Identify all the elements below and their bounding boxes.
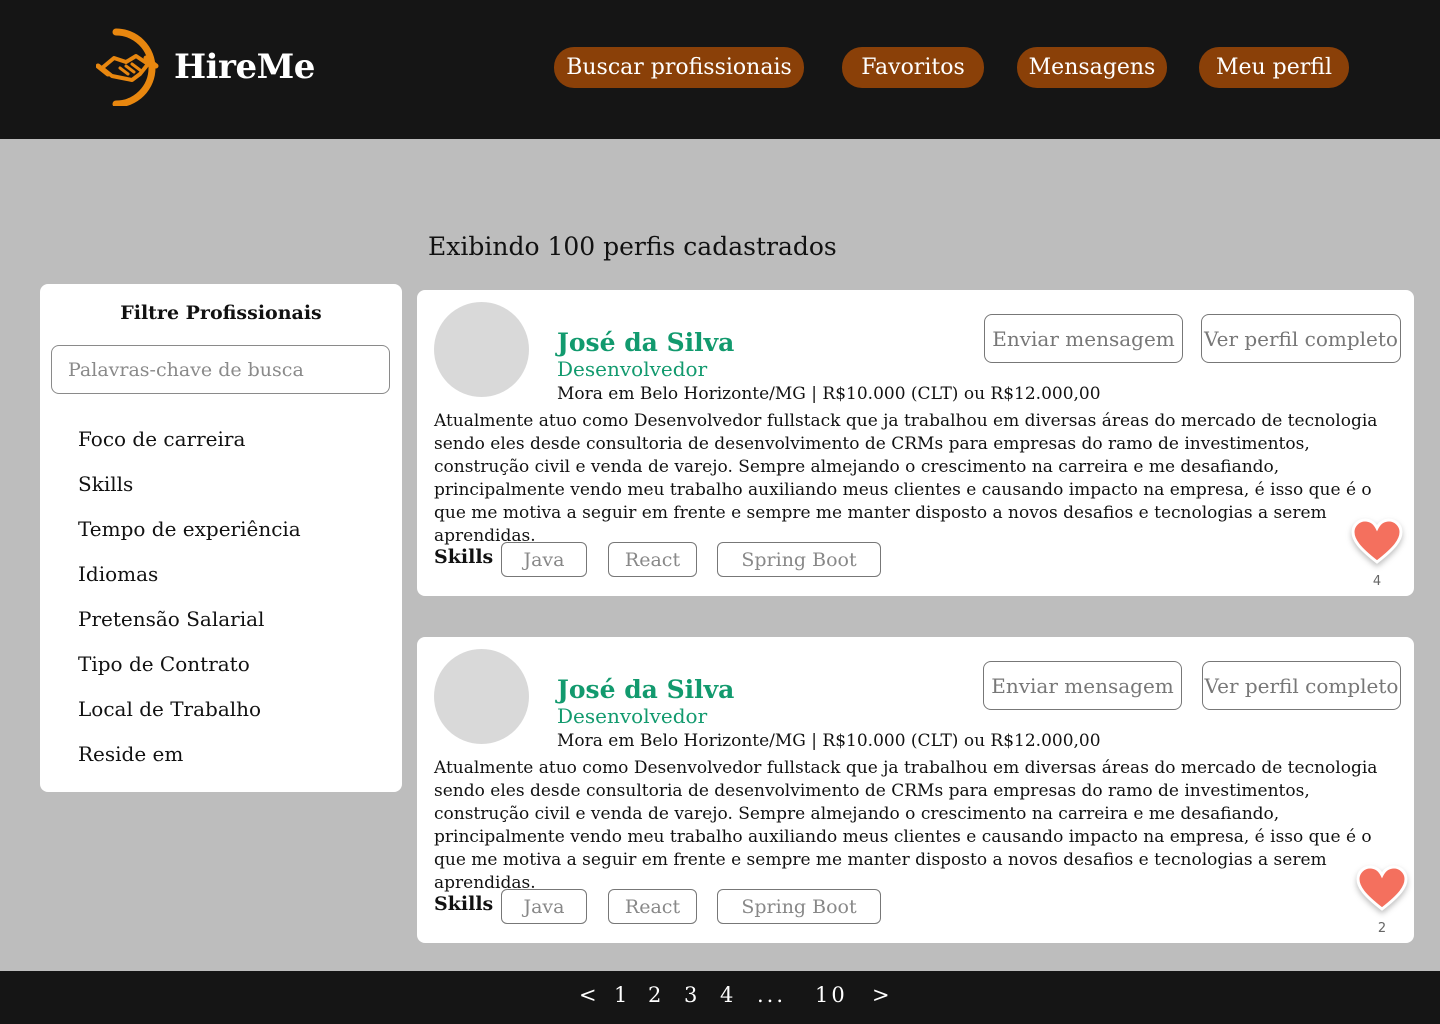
top-navbar: HireMe Buscar profissionais Favoritos Me… xyxy=(0,0,1440,139)
nav-mensagens[interactable]: Mensagens xyxy=(1017,47,1167,88)
filter-panel: Filtre Profissionais Foco de carreira Sk… xyxy=(40,284,402,792)
filter-reside-em[interactable]: Reside em xyxy=(78,742,183,766)
favorites-count: 2 xyxy=(1377,921,1387,936)
avatar[interactable] xyxy=(434,302,529,397)
skill-chip[interactable]: React xyxy=(608,889,697,924)
nav-meu-perfil[interactable]: Meu perfil xyxy=(1199,47,1349,88)
pagination-footer: < 1 2 3 4 ... 10 > xyxy=(0,971,1440,1024)
filter-tipo-de-contrato[interactable]: Tipo de Contrato xyxy=(78,652,250,676)
profile-name[interactable]: José da Silva xyxy=(557,328,734,357)
skill-chip[interactable]: Java xyxy=(501,542,587,577)
filter-foco-de-carreira[interactable]: Foco de carreira xyxy=(78,427,245,451)
page-link-2[interactable]: 2 xyxy=(648,983,664,1007)
profile-role: Desenvolvedor xyxy=(557,704,708,728)
handshake-logo-icon xyxy=(96,28,159,106)
profile-description: Atualmente atuo como Desenvolvedor fulls… xyxy=(434,411,1378,546)
next-page-button[interactable]: > xyxy=(872,983,893,1007)
profile-card: José da Silva Desenvolvedor Mora em Belo… xyxy=(417,637,1414,943)
page-link-10[interactable]: 10 xyxy=(815,983,848,1007)
filter-title: Filtre Profissionais xyxy=(120,302,322,324)
results-heading: Exibindo 100 perfis cadastrados xyxy=(428,232,837,261)
page-link-1[interactable]: 1 xyxy=(614,983,630,1007)
avatar[interactable] xyxy=(434,649,529,744)
filter-pretensao-salarial[interactable]: Pretensão Salarial xyxy=(78,607,264,631)
profile-card: José da Silva Desenvolvedor Mora em Belo… xyxy=(417,290,1414,596)
skill-chip[interactable]: Spring Boot xyxy=(717,542,881,577)
filter-local-de-trabalho[interactable]: Local de Trabalho xyxy=(78,697,261,721)
prev-page-button[interactable]: < xyxy=(579,983,600,1007)
view-full-profile-button[interactable]: Ver perfil completo xyxy=(1201,314,1401,363)
pagination-ellipsis: ... xyxy=(757,983,787,1007)
logo-text: HireMe xyxy=(174,47,315,87)
skills-label: Skills xyxy=(434,893,494,915)
profile-role: Desenvolvedor xyxy=(557,357,708,381)
skill-chip[interactable]: Spring Boot xyxy=(717,889,881,924)
nav-favoritos[interactable]: Favoritos xyxy=(842,47,984,88)
skill-chip[interactable]: Java xyxy=(501,889,587,924)
profile-location-salary: Mora em Belo Horizonte/MG | R$10.000 (CL… xyxy=(557,731,1101,751)
filter-idiomas[interactable]: Idiomas xyxy=(78,562,158,586)
page-link-4[interactable]: 4 xyxy=(720,983,736,1007)
send-message-button[interactable]: Enviar mensagem xyxy=(983,661,1182,710)
profile-location-salary: Mora em Belo Horizonte/MG | R$10.000 (CL… xyxy=(557,384,1101,404)
skills-label: Skills xyxy=(434,546,494,568)
view-full-profile-button[interactable]: Ver perfil completo xyxy=(1202,661,1401,710)
page-link-3[interactable]: 3 xyxy=(684,983,700,1007)
heart-icon[interactable] xyxy=(1356,865,1408,913)
profile-description: Atualmente atuo como Desenvolvedor fulls… xyxy=(434,758,1378,893)
heart-icon[interactable] xyxy=(1351,518,1403,566)
logo[interactable]: HireMe xyxy=(96,28,315,106)
profile-name[interactable]: José da Silva xyxy=(557,675,734,704)
skill-chip[interactable]: React xyxy=(608,542,697,577)
nav-buscar-profissionais[interactable]: Buscar profissionais xyxy=(554,47,804,88)
send-message-button[interactable]: Enviar mensagem xyxy=(984,314,1183,363)
favorites-count: 4 xyxy=(1372,574,1382,589)
keyword-search-input[interactable] xyxy=(51,345,390,394)
filter-skills[interactable]: Skills xyxy=(78,472,133,496)
filter-tempo-de-experiencia[interactable]: Tempo de experiência xyxy=(78,517,301,541)
